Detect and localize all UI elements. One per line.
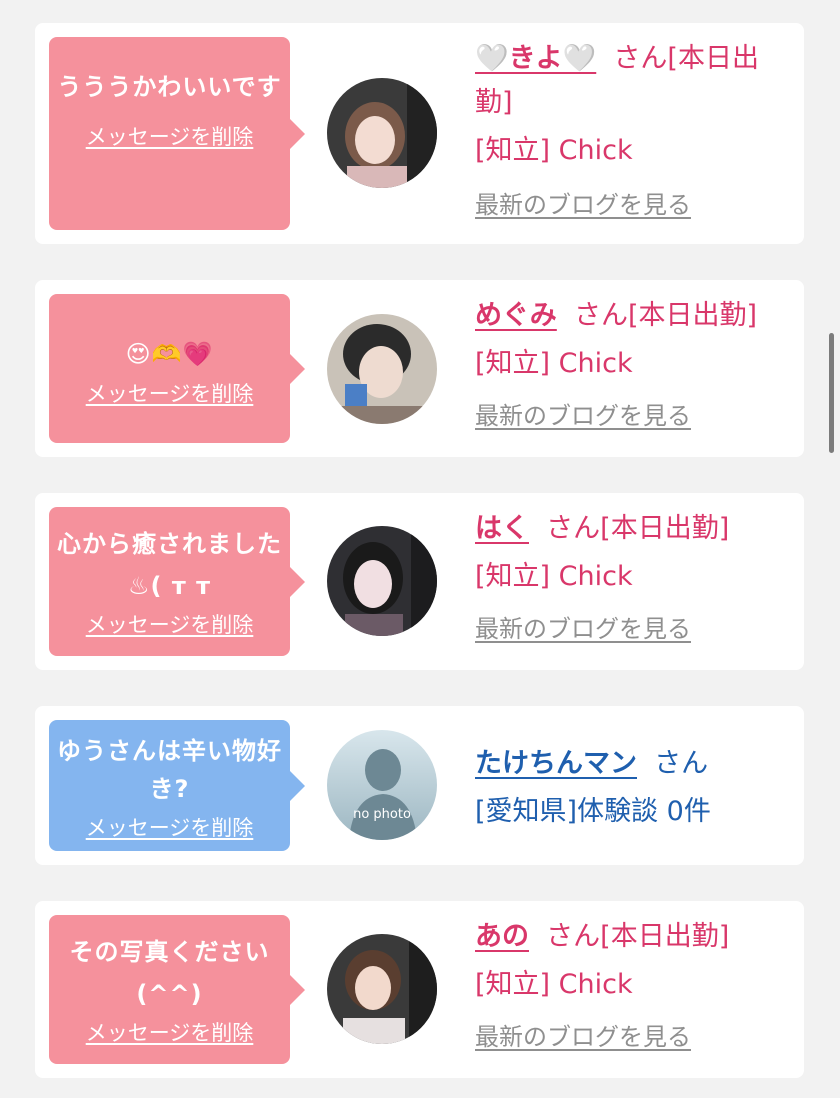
area-text: [知立] Chick: [475, 348, 633, 379]
name-line: 🤍きよ🤍 さん[本日出勤]: [475, 37, 795, 125]
name-line: めぐみ さん[本日出勤]: [475, 294, 795, 338]
message-text: ゆうさんは辛い物好き?: [57, 737, 282, 803]
profile-info: はく さん[本日出勤] [知立] Chick 最新のブログを見る: [475, 507, 795, 649]
name-suffix: さん[本日出勤]: [573, 300, 758, 331]
name-line: はく さん[本日出勤]: [475, 507, 795, 551]
delete-message-link[interactable]: メッセージを削除: [86, 1017, 254, 1047]
avatar[interactable]: [327, 314, 437, 424]
profile-name-link[interactable]: たけちんマン: [475, 748, 637, 779]
latest-blog-link[interactable]: 最新のブログを見る: [475, 609, 795, 649]
message-text: 心から癒されました♨( ᴛ ᴛ: [57, 530, 282, 600]
message-card: ゆうさんは辛い物好き? メッセージを削除 no photo たけちんマン さん …: [35, 706, 804, 865]
avatar[interactable]: [327, 526, 437, 636]
latest-blog-link[interactable]: 最新のブログを見る: [475, 396, 795, 436]
scrollbar[interactable]: [829, 333, 834, 453]
profile-info: 🤍きよ🤍 さん[本日出勤] [知立] Chick 最新のブログを見る: [475, 37, 795, 225]
delete-message-link[interactable]: メッセージを削除: [86, 609, 254, 639]
message-card: その写真ください(^^) メッセージを削除 あの さん[本日出勤] [知立] C…: [35, 901, 804, 1078]
latest-blog-link[interactable]: 最新のブログを見る: [475, 185, 795, 225]
profile-name-link[interactable]: あの: [475, 921, 529, 952]
area-text: [知立] Chick: [475, 135, 633, 166]
no-photo-text: no photo: [353, 807, 411, 822]
avatar[interactable]: no photo: [327, 730, 437, 840]
message-card: うううかわいいです メッセージを削除 🤍きよ🤍 さん[本日出勤] [知立] Ch…: [35, 23, 804, 244]
name-suffix: さん[本日出勤]: [546, 921, 730, 952]
delete-message-link[interactable]: メッセージを削除: [86, 378, 254, 408]
avatar[interactable]: [327, 78, 437, 188]
profile-info: たけちんマン さん [愛知県]体験談 0件: [475, 742, 795, 834]
profile-name-link[interactable]: 🤍きよ🤍: [475, 43, 596, 74]
name-line: たけちんマン さん: [475, 742, 795, 786]
message-bubble: 心から癒されました♨( ᴛ ᴛ メッセージを削除: [49, 507, 305, 656]
message-bubble: 😍🫶💗 メッセージを削除: [49, 294, 305, 443]
message-bubble: うううかわいいです メッセージを削除: [49, 37, 305, 230]
area-text: [知立] Chick: [475, 561, 633, 592]
delete-message-link[interactable]: メッセージを削除: [86, 812, 254, 842]
message-card: 心から癒されました♨( ᴛ ᴛ メッセージを削除 はく さん[本日出勤] [知立…: [35, 493, 804, 670]
name-line: あの さん[本日出勤]: [475, 915, 795, 959]
latest-blog-link[interactable]: 最新のブログを見る: [475, 1017, 795, 1057]
area-text: [愛知県]体験談 0件: [475, 796, 711, 827]
profile-name-link[interactable]: はく: [475, 513, 529, 544]
message-card: 😍🫶💗 メッセージを削除 めぐみ さん[本日出勤] [知立] Chick 最新の…: [35, 280, 804, 457]
delete-message-link[interactable]: メッセージを削除: [86, 121, 254, 151]
avatar[interactable]: [327, 934, 437, 1044]
message-bubble: ゆうさんは辛い物好き? メッセージを削除: [49, 720, 305, 851]
name-suffix: さん[本日出勤]: [546, 513, 730, 544]
profile-name-link[interactable]: めぐみ: [475, 300, 557, 331]
message-text: 😍🫶💗: [125, 340, 214, 368]
message-text: その写真ください(^^): [69, 938, 270, 1008]
message-text: うううかわいいです: [57, 73, 282, 101]
profile-info: めぐみ さん[本日出勤] [知立] Chick 最新のブログを見る: [475, 294, 795, 436]
area-text: [知立] Chick: [475, 969, 633, 1000]
profile-info: あの さん[本日出勤] [知立] Chick 最新のブログを見る: [475, 915, 795, 1057]
name-suffix: さん: [654, 748, 709, 779]
message-bubble: その写真ください(^^) メッセージを削除: [49, 915, 305, 1064]
